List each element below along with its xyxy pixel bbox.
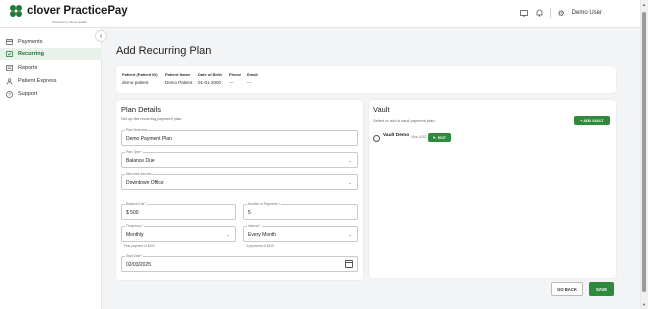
top-bar: clover PracticePay Powered by Clover Hea… — [0, 0, 640, 28]
sidebar-item-label: Support — [18, 91, 38, 97]
sidebar-item-label: Payments — [18, 39, 43, 45]
field-value: Demo Payment Plan — [126, 136, 172, 142]
chevron-down-icon: ⌄ — [348, 158, 352, 163]
scrollbar-thumb[interactable] — [642, 12, 646, 292]
sidebar-item-reports[interactable]: Reports — [0, 62, 102, 74]
display-icon[interactable] — [520, 9, 529, 18]
number-of-payments-field[interactable]: Number of Payments * 5 — [243, 202, 358, 220]
recurring-icon — [5, 50, 13, 58]
person-icon — [5, 77, 13, 85]
dob-value: 01-01-2000 — [198, 80, 222, 85]
sidebar-item-label: Reports — [18, 65, 38, 71]
interval-select[interactable]: Interval * Every Month ⌄ — [243, 224, 358, 242]
chevron-down-icon: ⌄ — [348, 232, 352, 237]
svg-text:?: ? — [8, 92, 11, 97]
brand-logo[interactable]: clover PracticePay — [10, 5, 128, 18]
sidebar-item-recurring[interactable]: Recurring — [0, 48, 102, 60]
page-title: Add Recurring Plan — [116, 45, 212, 57]
user-name[interactable]: Demo User — [572, 10, 602, 16]
frequency-helper-text: First payment of $100 — [124, 244, 155, 248]
patient-id-value: demo-patient — [122, 80, 149, 85]
field-label: Frequency * — [125, 224, 145, 228]
field-label: Balance Due * — [125, 202, 148, 206]
field-label: Plan Nickname — [125, 128, 149, 132]
scroll-down-icon[interactable]: ▼ — [642, 302, 646, 307]
bell-icon[interactable] — [535, 9, 544, 18]
field-value: Balance Due — [126, 158, 155, 164]
field-value: Monthly — [126, 232, 144, 238]
clover-logo-icon — [10, 5, 24, 18]
column-header: Email — [247, 72, 258, 77]
field-value: $ 500 — [126, 210, 139, 216]
column-header: Patient Name — [165, 72, 191, 77]
go-back-button[interactable]: GO BACK — [551, 282, 583, 296]
sidebar-item-label: Patient Express — [18, 78, 57, 84]
email-value: --- — [247, 80, 252, 85]
sidebar-item-support[interactable]: ? Support — [0, 88, 102, 100]
scrollbar[interactable]: ▲ ▼ — [640, 0, 648, 309]
vault-subtitle: Select or add a vault payment plan. — [373, 118, 436, 123]
frequency-select[interactable]: Frequency * Monthly ⌄ — [121, 224, 236, 242]
help-icon: ? — [5, 90, 13, 98]
column-header: Patient (Patient ID) — [122, 72, 158, 77]
sidebar-item-label: Recurring — [18, 51, 44, 57]
balance-due-field[interactable]: Balance Due * $ 500 — [121, 202, 236, 220]
collapse-sidebar-button[interactable]: ‹ — [95, 30, 107, 42]
dob-column: Date of Birth 01-01-2000 — [198, 72, 222, 85]
phone-column: Phone --- — [229, 72, 241, 85]
scroll-up-icon[interactable]: ▲ — [642, 2, 646, 7]
plan-nickname-field[interactable]: Plan Nickname Demo Payment Plan — [121, 128, 358, 146]
sidebar-item-payments[interactable]: Payments — [0, 36, 102, 48]
chevron-down-icon: ⌄ — [226, 232, 230, 237]
field-value: 02/03/2025 — [126, 262, 152, 268]
field-label: Plan Type * — [125, 150, 144, 154]
plan-details-card: Plan Details Set up the recurring paymen… — [116, 100, 363, 280]
pencil-icon: ✎ — [432, 135, 436, 140]
reports-icon — [5, 64, 13, 72]
interval-helper-text: 4 payments of $100 — [246, 244, 274, 248]
plan-details-subtitle: Set up the recurring payment plan. — [121, 116, 183, 121]
email-column: Email --- — [247, 72, 258, 85]
save-button[interactable]: SAVE — [589, 282, 614, 296]
field-label: Interval * — [247, 224, 262, 228]
field-value: Every Month — [248, 232, 277, 238]
phone-value: --- — [229, 80, 234, 85]
field-value: 5 — [248, 210, 251, 216]
sidebar-item-patient-express[interactable]: Patient Express — [0, 75, 102, 87]
field-label: Number of Payments * — [247, 202, 282, 206]
add-vault-button[interactable]: + ADD VAULT — [574, 116, 610, 125]
field-label: Start Date * — [125, 254, 144, 258]
vault-item-name: Vault Demo — [383, 133, 410, 138]
patient-name-value: Demo Patient — [165, 80, 193, 85]
gear-icon[interactable]: ⚙ — [557, 9, 566, 18]
vault-card: Vault Select or add a vault payment plan… — [369, 100, 616, 278]
card-icon — [5, 38, 13, 46]
calendar-icon[interactable] — [345, 260, 353, 268]
edit-label: EDIT — [437, 135, 447, 140]
merchant-account-select[interactable]: Merchant account Downtown Office ⌄ — [121, 172, 358, 190]
divider — [549, 8, 551, 18]
vault-radio[interactable] — [373, 135, 380, 142]
column-header: Phone — [229, 72, 242, 77]
sidebar: Payments Recurring Reports Patient Expre… — [0, 28, 102, 309]
vault-item-sub: Visa 4242 — [411, 135, 427, 139]
plan-type-select[interactable]: Plan Type * Balance Due ⌄ — [121, 150, 358, 168]
top-right-controls: ⚙ Demo User — [520, 8, 602, 18]
vault-title: Vault — [373, 105, 390, 114]
field-label: Merchant account — [125, 172, 153, 176]
start-date-field[interactable]: Start Date * 02/03/2025 — [121, 254, 358, 272]
patient-id-column: Patient (Patient ID) demo-patient — [122, 72, 158, 85]
field-value: Downtown Office — [126, 180, 164, 186]
edit-vault-button[interactable]: ✎ EDIT — [428, 133, 451, 142]
brand-tagline: Powered by Clover Health — [52, 20, 87, 24]
column-header: Date of Birth — [198, 72, 222, 77]
patient-info-card: Patient (Patient ID) demo-patient Patien… — [116, 66, 616, 93]
brand-name: clover PracticePay — [27, 5, 128, 17]
chevron-down-icon: ⌄ — [348, 180, 352, 185]
patient-name-column: Patient Name Demo Patient — [165, 72, 192, 85]
chevron-left-icon: ‹ — [99, 32, 103, 40]
plan-details-title: Plan Details — [121, 105, 162, 114]
